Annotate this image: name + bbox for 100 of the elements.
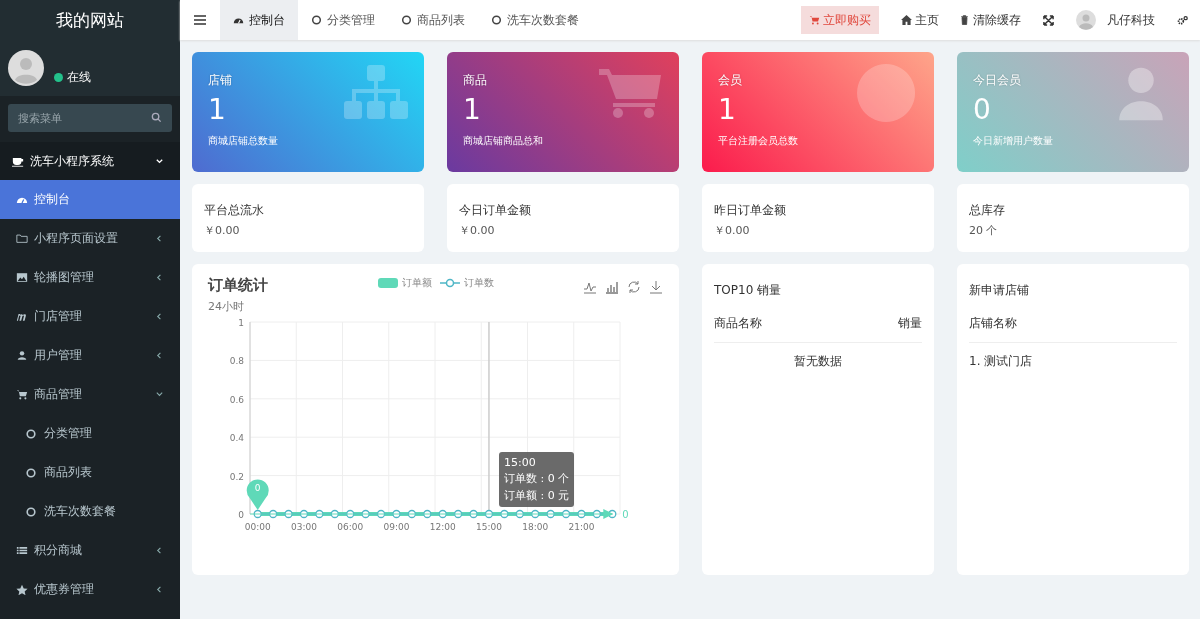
empty-message: 暂无数据 [793,353,843,370]
sidebar-item[interactable]: 轮播图管理 [0,258,180,297]
user-menu[interactable]: 凡仔科技 [1066,10,1165,30]
chart-title: 订单统计 [208,276,268,295]
info-value: ￥0.00 [204,223,241,238]
sidebar-item[interactable]: 商品管理 [0,375,180,414]
x-tick-label: 09:00 [383,522,410,532]
sidebar-item[interactable]: 门店管理 [0,297,180,336]
chevron-icon [155,156,164,166]
y-tick-label: 0.2 [229,471,244,482]
mark-line-label: 0 [622,509,629,520]
gauge-icon [233,15,244,25]
online-status: 在线 [54,68,91,86]
tooltip-line: 订单数 : 0 个 [504,471,570,486]
circle-icon [401,15,412,25]
legend-item[interactable]: 订单数 [440,276,494,290]
sidebar-subitem[interactable]: 洗车次数套餐 [0,492,180,531]
search-field[interactable]: 搜索菜单 [8,104,172,132]
cart-icon [16,389,28,400]
legend-line-icon [440,278,460,288]
circle-icon [26,506,36,517]
circle-icon [491,15,502,25]
cart-icon [809,15,820,25]
home-icon [901,15,912,25]
x-tick-label: 12:00 [429,522,456,532]
info-value: 20 个 [969,223,999,238]
x-tick-label: 00:00 [244,522,271,532]
search-icon [151,112,162,123]
chart-subtitle: 24小时 [208,299,245,314]
avatar-icon [8,50,44,86]
clear-cache-link[interactable]: 清除缓存 [949,11,1031,29]
list-icon [16,545,28,556]
nav-tab[interactable]: 控制台 [220,0,298,40]
user-icon [16,350,28,361]
tooltip-title: 15:00 [504,456,537,469]
refresh-icon[interactable] [627,280,641,294]
chevron-icon [155,390,164,399]
circle-icon [26,467,36,478]
chevron-icon [155,234,164,243]
stat-value: 1 [208,93,227,126]
menu-section[interactable]: 洗车小程序系统 [0,142,180,180]
store-row-text: 1. 测试门店 [969,353,1034,370]
x-tick-label: 06:00 [337,522,364,532]
sidebar-item[interactable]: 优惠券管理 [0,570,180,609]
chevron-icon [155,351,164,360]
sidebar-item[interactable]: 小程序页面设置 [0,219,180,258]
annotation: 0 [254,483,261,493]
stat-value: 1 [718,93,737,126]
circle-icon [26,428,36,439]
stat-title: 今日会员 [973,72,1022,89]
nav-tab[interactable]: 洗车次数套餐 [478,0,592,40]
m-icon [16,311,28,322]
sidebar-subitem[interactable]: 商品列表 [0,453,180,492]
y-tick-label: 0.8 [229,356,244,367]
chevron-icon [155,546,164,555]
stat-caption: 平台注册会员总数 [718,134,799,148]
nav-tab[interactable]: 分类管理 [298,0,388,40]
sitemap-icon [344,64,408,122]
info-value: ￥0.00 [714,223,751,238]
download-icon[interactable] [649,280,663,294]
stat-caption: 今日新增用户数量 [973,134,1054,148]
y-tick-label: 0 [238,510,244,520]
cup-icon [12,155,24,167]
image-icon [16,272,28,283]
info-label: 平台总流水 [204,202,265,219]
star-icon [16,584,28,595]
site-title: 我的网站 [0,0,180,40]
y-tick-label: 0.4 [229,433,244,444]
sidebar-item[interactable]: 用户管理 [0,336,180,375]
sidebar-subitem[interactable]: 分类管理 [0,414,180,453]
chevron-icon [155,585,164,594]
bar-chart-icon[interactable] [605,280,619,294]
column-header: 销量 [898,315,922,332]
info-label: 今日订单金额 [459,202,532,219]
circle-icon [311,15,322,25]
y-tick-label: 1 [238,318,244,328]
folder-icon [16,233,28,244]
column-header: 店铺名称 [969,315,1017,332]
stat-caption: 商城店铺商品总和 [463,134,544,148]
stat-value: 1 [463,93,482,126]
x-tick-label: 03:00 [291,522,317,532]
x-tick-label: 15:00 [476,522,502,532]
stat-caption: 商城店铺总数量 [208,134,279,148]
x-tick-label: 18:00 [522,522,549,532]
user-icon [854,64,918,122]
line-chart-icon[interactable] [583,280,597,294]
sidebar-item[interactable]: 积分商城 [0,531,180,570]
column-header: 商品名称 [714,315,762,332]
legend-item[interactable]: 订单额 [378,276,432,290]
tooltip-line: 订单额 : 0 元 [504,488,570,503]
sidebar-item[interactable]: 控制台 [0,180,180,219]
card-title: 新申请店铺 [969,282,1030,299]
info-value: ￥0.00 [459,223,496,238]
trash-icon [959,15,970,25]
stat-value: 0 [973,93,992,126]
nav-tab[interactable]: 商品列表 [388,0,478,40]
home-link[interactable]: 主页 [891,11,949,29]
y-tick-label: 0.6 [229,394,244,405]
info-label: 昨日订单金额 [714,202,787,219]
pin-marker: 0 [246,479,269,510]
